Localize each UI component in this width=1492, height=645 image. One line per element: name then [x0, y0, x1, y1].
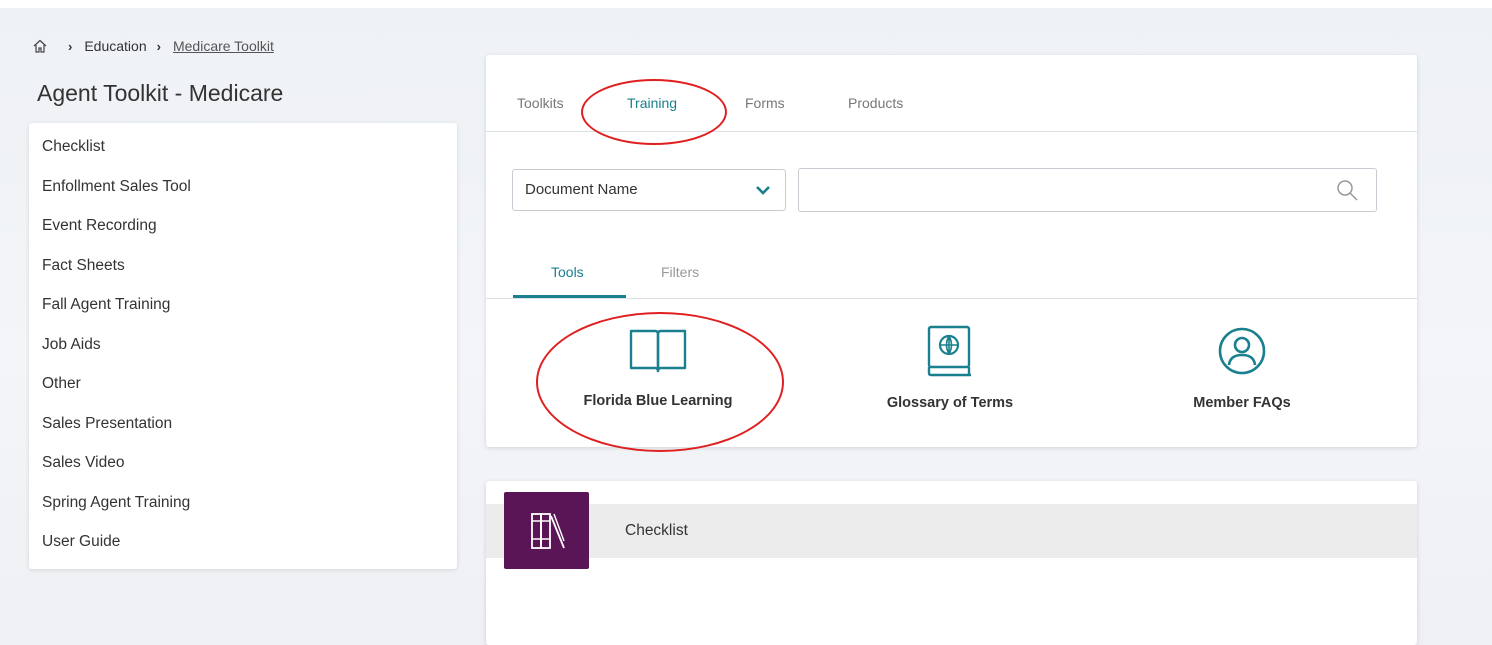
tab-toolkits[interactable]: Toolkits — [517, 95, 564, 111]
tool-label: Member FAQs — [1193, 395, 1291, 411]
subtab-filters[interactable]: Filters — [661, 264, 699, 280]
chevron-right-icon: › — [156, 38, 161, 54]
tab-products[interactable]: Products — [848, 95, 903, 111]
list-item-label: Checklist — [625, 522, 688, 539]
search-icon[interactable] — [1336, 179, 1358, 201]
results-card: Checklist — [486, 481, 1417, 645]
search-input[interactable] — [807, 169, 1327, 209]
globe-book-icon — [927, 325, 971, 377]
breadcrumb: › Education › Medicare Toolkit — [32, 38, 274, 54]
sidebar-item-job-aids[interactable]: Job Aids — [29, 327, 457, 367]
search-field-select[interactable]: Document Name — [512, 169, 786, 211]
tool-glossary-of-terms[interactable]: Glossary of Terms — [840, 325, 1060, 411]
sidebar-item-spring-agent-training[interactable]: Spring Agent Training — [29, 485, 457, 525]
subtab-bar: Tools Filters — [486, 251, 1417, 299]
subtab-tools[interactable]: Tools — [551, 264, 584, 280]
subtab-active-indicator — [513, 295, 626, 298]
tool-label: Glossary of Terms — [886, 395, 1014, 411]
tab-bar: Toolkits Training Forms Products — [486, 55, 1417, 132]
chevron-right-icon: › — [68, 38, 73, 54]
toolkit-card: Toolkits Training Forms Products Documen… — [486, 55, 1417, 447]
sidebar-item-sales-video[interactable]: Sales Video — [29, 445, 457, 485]
search-field-select-value: Document Name — [525, 181, 638, 198]
sidebar-item-other[interactable]: Other — [29, 366, 457, 406]
sidebar-item-fall-agent-training[interactable]: Fall Agent Training — [29, 287, 457, 327]
sidebar-item-enrollment-sales-tool[interactable]: Enfollment Sales Tool — [29, 169, 457, 209]
home-icon[interactable] — [32, 38, 48, 54]
library-books-icon — [531, 513, 565, 549]
sidebar: Checklist Enfollment Sales Tool Event Re… — [29, 123, 457, 569]
breadcrumb-item-education[interactable]: Education — [84, 38, 146, 54]
list-item-thumbnail — [504, 492, 589, 569]
tab-forms[interactable]: Forms — [745, 95, 785, 111]
sidebar-item-event-recording[interactable]: Event Recording — [29, 208, 457, 248]
chevron-down-icon — [756, 186, 770, 195]
search-box — [798, 168, 1377, 212]
breadcrumb-item-medicare-toolkit[interactable]: Medicare Toolkit — [173, 38, 274, 54]
sidebar-item-fact-sheets[interactable]: Fact Sheets — [29, 248, 457, 288]
top-bar — [0, 0, 1492, 8]
tab-training[interactable]: Training — [627, 95, 677, 111]
page-title: Agent Toolkit - Medicare — [37, 80, 284, 106]
tool-label: Florida Blue Learning — [583, 393, 733, 409]
user-circle-icon — [1218, 327, 1266, 375]
open-book-icon — [629, 329, 687, 373]
list-item[interactable]: Checklist — [486, 504, 1417, 558]
sidebar-item-user-guide[interactable]: User Guide — [29, 524, 457, 564]
sidebar-item-sales-presentation[interactable]: Sales Presentation — [29, 406, 457, 446]
tool-member-faqs[interactable]: Member FAQs — [1132, 325, 1352, 411]
sidebar-item-checklist[interactable]: Checklist — [29, 129, 457, 169]
tool-florida-blue-learning[interactable]: Florida Blue Learning — [548, 325, 768, 409]
